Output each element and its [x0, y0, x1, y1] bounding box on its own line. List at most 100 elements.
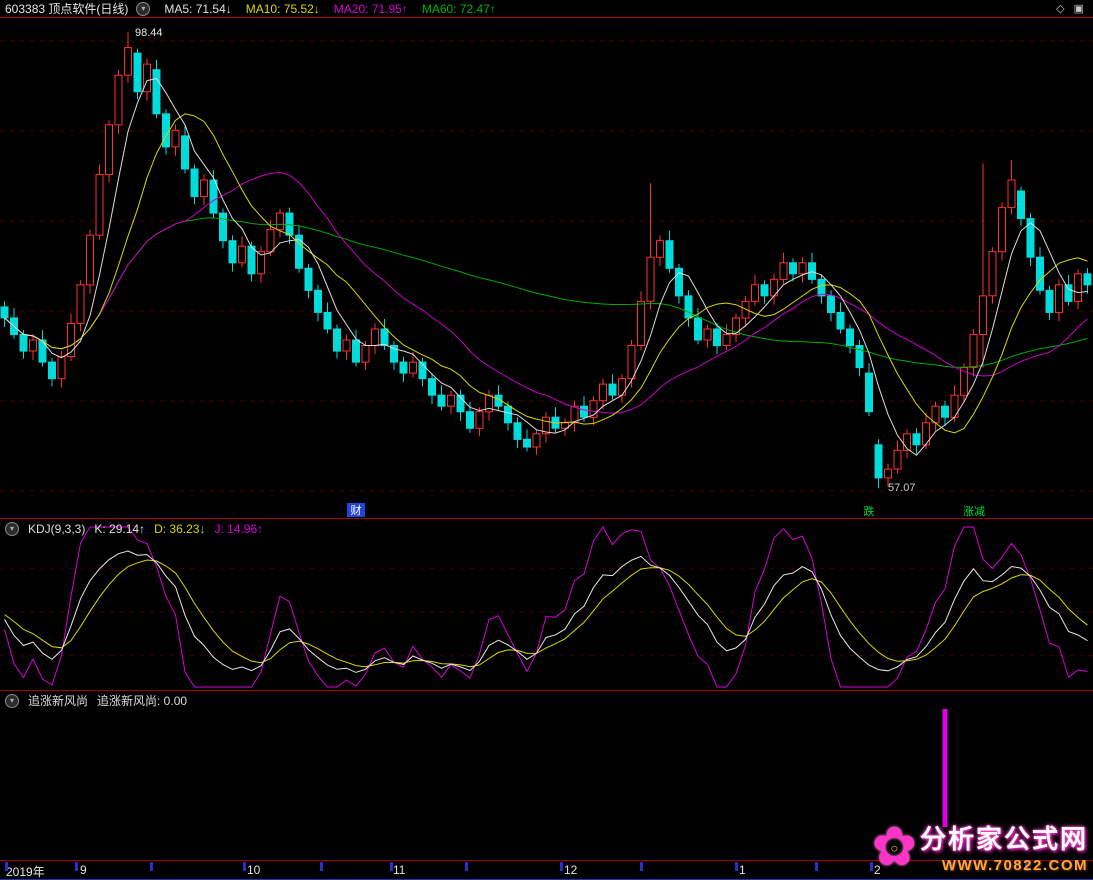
x-axis-tick — [815, 862, 818, 871]
candle — [115, 70, 122, 134]
indicator-menu-icon[interactable]: ▾ — [136, 2, 150, 16]
indicator3-label-row: ▾ 追涨新风尚 追涨新风尚: 0.00 — [0, 693, 187, 708]
candle — [30, 335, 37, 360]
flower-logo-icon: ✿○ — [872, 820, 917, 874]
ma60-value: MA60: 72.47↑ — [422, 2, 496, 16]
candle — [239, 236, 246, 267]
candle — [229, 235, 236, 271]
ma5-value: MA5: 71.54↓ — [164, 2, 231, 16]
candle — [666, 231, 673, 273]
candle — [134, 49, 141, 100]
x-axis-tick — [560, 862, 563, 871]
signal-bar — [943, 709, 948, 827]
separator-line — [0, 17, 1093, 18]
window-icon[interactable]: ▣ — [1074, 2, 1084, 15]
candle — [1, 301, 8, 326]
candle — [1056, 279, 1063, 321]
x-axis-tick — [640, 862, 643, 871]
x-axis-tick — [150, 862, 153, 871]
x-axis-tick — [735, 862, 738, 871]
candle — [391, 341, 398, 370]
candle — [999, 202, 1006, 261]
candle — [153, 60, 160, 118]
candle — [258, 246, 265, 282]
peak-price-label: 98.44 — [135, 27, 163, 39]
candle — [799, 257, 806, 282]
candle — [989, 247, 996, 303]
indicator3-value: 追涨新风尚: 0.00 — [97, 692, 187, 709]
candles-group — [1, 32, 1091, 489]
diamond-icon[interactable]: ◇ — [1056, 2, 1064, 15]
ma10-line — [5, 114, 1088, 433]
kdj-menu-icon[interactable]: ▾ — [5, 522, 19, 536]
candle — [847, 325, 854, 354]
candle — [809, 253, 816, 284]
chart-markers: 财跌涨减 — [347, 503, 985, 518]
indicator3-title: 追涨新风尚 — [28, 692, 88, 709]
candle — [875, 439, 882, 488]
candle — [191, 165, 198, 205]
candle — [951, 385, 958, 422]
candle — [1027, 213, 1034, 266]
candle — [172, 125, 179, 156]
watermark: ✿○ 分析家公式网 WWW.70822.COM — [872, 819, 1088, 874]
kdj-label-row: ▾ KDJ(9,3,3) K: 29.14↑ D: 36.23↓ J: 14.9… — [0, 521, 263, 536]
candle — [96, 165, 103, 240]
ma-lines-group — [5, 79, 1088, 456]
candle — [980, 163, 987, 367]
candle — [771, 274, 778, 305]
candle — [220, 209, 227, 249]
kdj-indicator-chart[interactable] — [0, 519, 1093, 690]
ma10-value: MA10: 75.52↓ — [246, 2, 320, 16]
candle — [619, 374, 626, 403]
candle — [467, 402, 474, 433]
candle — [39, 330, 46, 366]
candle — [305, 264, 312, 298]
candle — [524, 429, 531, 451]
candle — [894, 440, 901, 473]
candle — [296, 225, 303, 273]
main-candlestick-chart[interactable]: 98.4457.07财跌涨减 — [0, 18, 1093, 518]
candle — [685, 290, 692, 327]
x-axis-month-label: 11 — [393, 863, 405, 877]
candle — [780, 253, 787, 284]
candle — [286, 208, 293, 244]
candle — [1037, 247, 1044, 294]
kdj-k-value: K: 29.14↑ — [94, 522, 145, 536]
chart-marker: 财 — [351, 503, 362, 517]
watermark-text: 分析家公式网 WWW.70822.COM — [920, 819, 1088, 874]
candle — [514, 417, 521, 448]
candle — [476, 407, 483, 436]
candle — [144, 59, 151, 101]
flower-core-icon: ○ — [890, 841, 898, 854]
x-axis-tick — [320, 862, 323, 871]
candle — [695, 308, 702, 344]
candle — [1018, 187, 1025, 227]
kdj-d-line — [5, 560, 1088, 667]
candle — [932, 402, 939, 431]
candle — [733, 314, 740, 343]
candle — [657, 235, 664, 266]
candle — [438, 385, 445, 410]
indicator3-menu-icon[interactable]: ▾ — [5, 694, 19, 708]
candle — [761, 280, 768, 303]
x-axis-month-label: 10 — [247, 863, 260, 877]
candle — [742, 296, 749, 327]
candle — [533, 429, 540, 454]
candle — [315, 285, 322, 321]
candle — [106, 120, 113, 182]
candle — [638, 291, 645, 350]
kdj-j-line — [5, 527, 1088, 687]
candle — [277, 209, 284, 238]
candle — [913, 428, 920, 453]
candle — [324, 303, 331, 334]
candle — [1008, 160, 1015, 214]
ma60-line — [5, 218, 1088, 367]
candle — [752, 275, 759, 306]
candle — [343, 335, 350, 360]
x-axis-year-label: 2019年 — [6, 863, 45, 880]
x-axis-month-label: 1 — [739, 863, 746, 877]
x-axis-tick — [5, 862, 8, 871]
kdj-j-value: J: 14.96↑ — [214, 522, 263, 536]
candle — [1075, 269, 1082, 309]
